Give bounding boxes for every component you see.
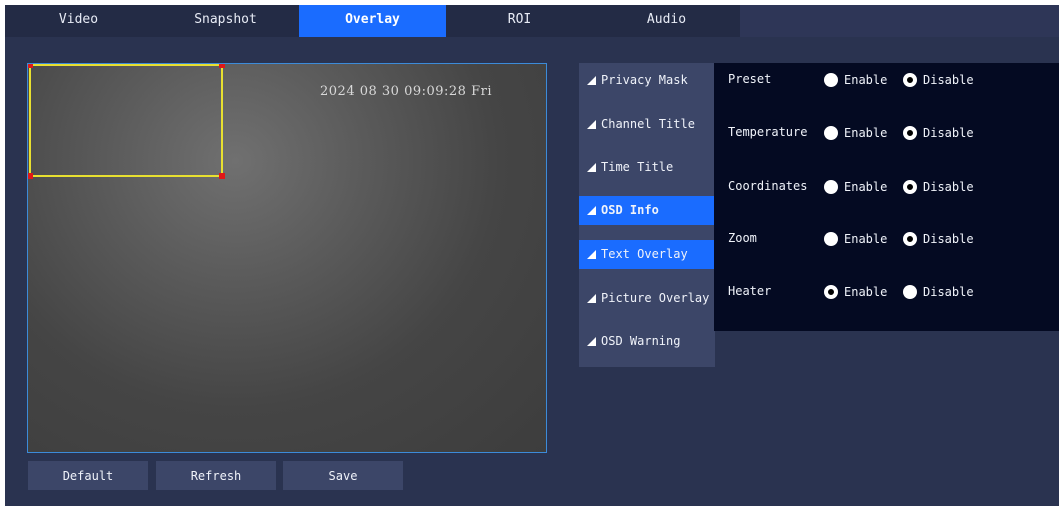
save-button[interactable]: Save [283,461,403,490]
temperature-disable-radio[interactable]: Disable [903,124,974,142]
menu-item-time-title[interactable]: Time Title [579,153,715,182]
preview-timestamp: 2024 08 30 09:09:28 Fri [320,84,492,99]
temperature-enable-radio[interactable]: Enable [824,124,887,142]
menu-item-text-overlay[interactable]: Text Overlay [579,240,715,269]
refresh-button[interactable]: Refresh [156,461,276,490]
zoom-enable-radio[interactable]: Enable [824,230,887,248]
menu-item-privacy-mask[interactable]: Privacy Mask [579,66,715,95]
menu-item-label: OSD Warning [601,334,681,348]
menu-item-label: OSD Info [601,203,659,217]
coordinates-disable-radio[interactable]: Disable [903,178,974,196]
osd-info-settings-panel: Preset Enable Disable Temperature Enable… [714,63,1059,331]
menu-item-label: Picture Overlay [601,291,710,305]
resize-handle-top-left[interactable] [28,64,33,68]
setting-label: Coordinates [728,179,808,193]
radio-label: Disable [923,232,974,246]
menu-item-label: Text Overlay [601,247,688,261]
setting-row-preset: Preset Enable Disable [714,68,1059,92]
overlay-settings-page: Video Snapshot Overlay ROI Audio 2024 08… [5,5,1059,506]
radio-unchecked-icon [824,232,838,246]
radio-unchecked-icon [824,73,838,87]
setting-row-temperature: Temperature Enable Disable [714,121,1059,145]
tab-audio[interactable]: Audio [593,5,740,37]
setting-row-zoom: Zoom Enable Disable [714,227,1059,251]
radio-checked-icon [903,180,917,194]
radio-unchecked-icon [903,285,917,299]
setting-row-heater: Heater Enable Disable [714,280,1059,304]
menu-item-osd-warning[interactable]: OSD Warning [579,327,715,356]
privacy-mask-region[interactable] [28,64,225,179]
zoom-disable-radio[interactable]: Disable [903,230,974,248]
triangle-icon [587,76,596,85]
menu-item-osd-info[interactable]: OSD Info [579,196,715,225]
overlay-type-menu: Privacy Mask Channel Title Time Title OS… [579,63,715,367]
triangle-icon [587,120,596,129]
setting-label: Temperature [728,125,808,139]
heater-disable-radio[interactable]: Disable [903,283,974,301]
tab-snapshot[interactable]: Snapshot [152,5,299,37]
tab-bar-filler [740,5,1059,37]
menu-item-label: Privacy Mask [601,73,688,87]
video-preview[interactable]: 2024 08 30 09:09:28 Fri [27,63,547,453]
radio-label: Disable [923,285,974,299]
triangle-icon [587,337,596,346]
setting-label: Zoom [728,231,757,245]
tab-roi[interactable]: ROI [446,5,593,37]
radio-checked-icon [903,126,917,140]
triangle-icon [587,294,596,303]
radio-unchecked-icon [824,180,838,194]
triangle-icon [587,206,596,215]
tab-video[interactable]: Video [5,5,152,37]
radio-label: Enable [844,285,888,299]
preset-disable-radio[interactable]: Disable [903,71,974,89]
radio-checked-icon [824,285,838,299]
preset-enable-radio[interactable]: Enable [824,71,887,89]
resize-handle-bottom-right[interactable] [219,173,225,179]
triangle-icon [587,163,596,172]
coordinates-enable-radio[interactable]: Enable [824,178,887,196]
tab-bar: Video Snapshot Overlay ROI Audio [5,5,1059,37]
tab-overlay[interactable]: Overlay [299,5,446,37]
radio-checked-icon [903,232,917,246]
radio-label: Enable [844,232,888,246]
menu-item-picture-overlay[interactable]: Picture Overlay [579,284,715,313]
radio-label: Disable [923,126,974,140]
default-button[interactable]: Default [28,461,148,490]
radio-label: Disable [923,180,974,194]
heater-enable-radio[interactable]: Enable [824,283,887,301]
radio-label: Enable [844,126,888,140]
menu-item-label: Time Title [601,160,674,174]
radio-label: Enable [844,73,888,87]
setting-label: Preset [728,72,772,86]
radio-unchecked-icon [824,126,838,140]
triangle-icon [587,250,596,259]
setting-row-coordinates: Coordinates Enable Disable [714,175,1059,199]
radio-label: Disable [923,73,974,87]
radio-checked-icon [903,73,917,87]
menu-item-label: Channel Title [601,117,695,131]
menu-item-channel-title[interactable]: Channel Title [579,110,715,139]
resize-handle-bottom-left[interactable] [28,173,33,179]
setting-label: Heater [728,284,772,298]
radio-label: Enable [844,180,888,194]
resize-handle-top-right[interactable] [219,64,225,68]
